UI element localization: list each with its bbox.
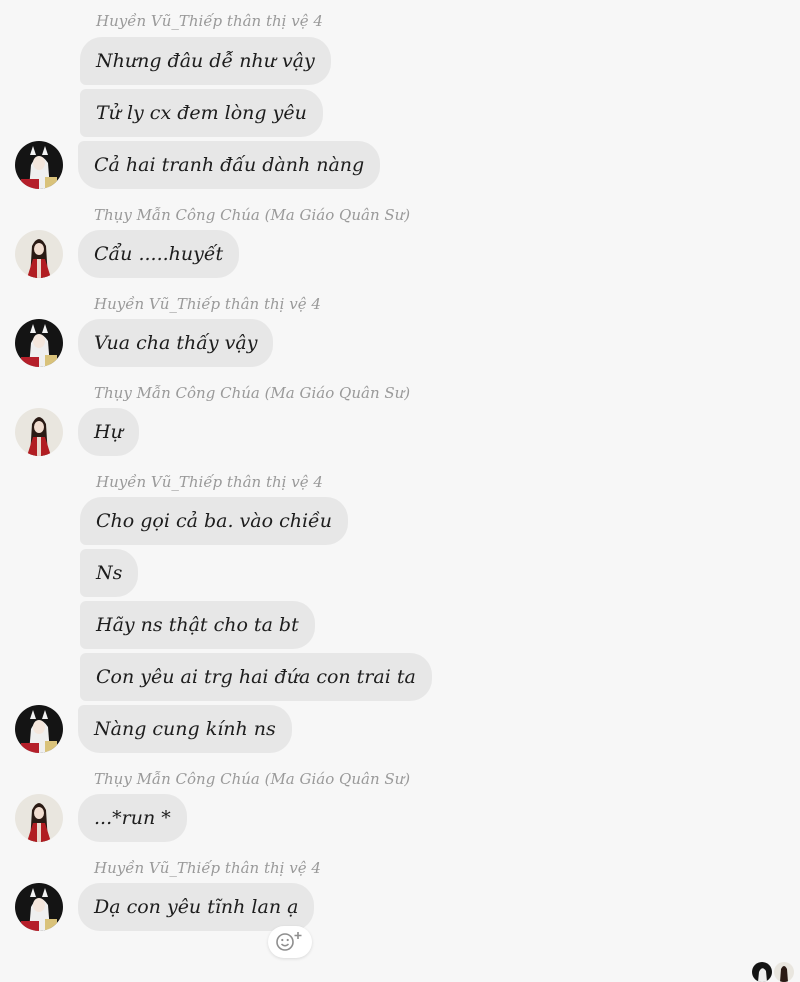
white-haired-character-avatar-icon	[15, 319, 63, 367]
smiley-add-icon	[276, 932, 302, 951]
message-bubble[interactable]: ...*run *	[78, 794, 187, 842]
sender-name: Huyền Vũ_Thiếp thân thị vệ 4	[94, 859, 321, 877]
avatar-huyen[interactable]	[15, 705, 63, 753]
message-bubble[interactable]: Cả hai tranh đấu dành nàng	[78, 141, 381, 189]
message-bubble[interactable]: Ns	[80, 549, 139, 597]
message-bubble[interactable]: Tử ly cx đem lòng yêu	[80, 89, 323, 137]
avatar-huyen[interactable]	[15, 141, 63, 189]
white-haired-character-avatar-icon	[15, 705, 63, 753]
white-haired-character-avatar-icon	[15, 883, 63, 931]
red-robed-princess-avatar-icon	[15, 408, 63, 456]
message-bubble[interactable]: Con yêu ai trg hai đứa con trai ta	[80, 653, 432, 701]
sender-name: Thụy Mẫn Công Chúa (Ma Giáo Quân Sư)	[94, 384, 411, 402]
seen-avatar-huyen	[752, 962, 772, 982]
sender-name: Thụy Mẫn Công Chúa (Ma Giáo Quân Sư)	[94, 206, 411, 224]
avatar-huyen[interactable]	[15, 319, 63, 367]
avatar-thuy[interactable]	[15, 408, 63, 456]
red-robed-princess-avatar-icon	[774, 962, 794, 982]
avatar-huyen[interactable]	[15, 883, 63, 931]
sender-name: Huyền Vũ_Thiếp thân thị vệ 4	[96, 473, 323, 491]
red-robed-princess-avatar-icon	[15, 230, 63, 278]
message-bubble[interactable]: Hãy ns thật cho ta bt	[80, 601, 315, 649]
message-bubble[interactable]: Vua cha thấy vậy	[78, 319, 274, 367]
sender-name: Huyền Vũ_Thiếp thân thị vệ 4	[96, 12, 323, 30]
add-reaction-button[interactable]	[268, 926, 312, 958]
message-bubble[interactable]: Nhưng đâu dễ như vậy	[80, 37, 331, 85]
white-haired-character-avatar-icon	[15, 141, 63, 189]
message-bubble[interactable]: Hự	[78, 408, 139, 456]
sender-name: Thụy Mẫn Công Chúa (Ma Giáo Quân Sư)	[94, 770, 411, 788]
avatar-thuy[interactable]	[15, 230, 63, 278]
sender-name: Huyền Vũ_Thiếp thân thị vệ 4	[94, 295, 321, 313]
seen-avatar-thuy	[774, 962, 794, 982]
message-bubble[interactable]: Dạ con yêu tĩnh lan ạ	[78, 883, 315, 931]
message-bubble[interactable]: Cho gọi cả ba. vào chiều	[80, 497, 348, 545]
message-bubble[interactable]: Cẩu .....huyết	[78, 230, 240, 278]
white-haired-character-avatar-icon	[752, 962, 772, 982]
message-bubble[interactable]: Nàng cung kính ns	[78, 705, 292, 753]
avatar-thuy[interactable]	[15, 794, 63, 842]
red-robed-princess-avatar-icon	[15, 794, 63, 842]
